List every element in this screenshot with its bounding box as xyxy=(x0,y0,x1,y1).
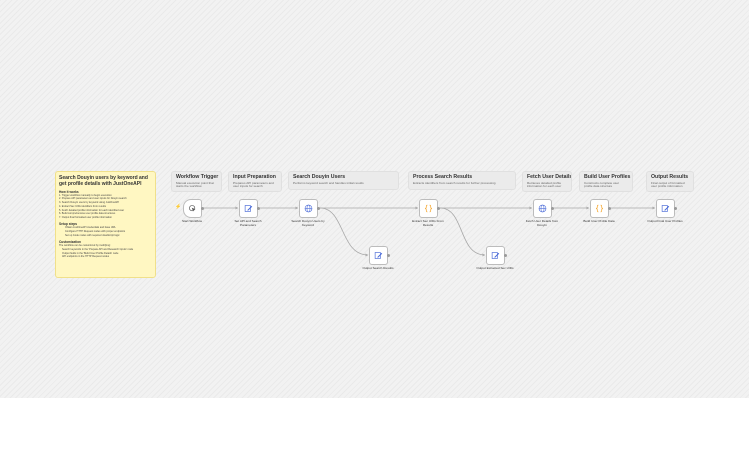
output-handle[interactable] xyxy=(436,206,440,210)
output-handle[interactable] xyxy=(200,206,204,210)
output-handle[interactable] xyxy=(607,206,611,210)
output-handle[interactable] xyxy=(503,253,507,257)
workflow-canvas[interactable]: Workflow Trigger Manual execution point … xyxy=(0,0,749,398)
connection-lines xyxy=(203,206,655,257)
arrow-head xyxy=(529,206,532,210)
node-label: Extract Sec UIDs From Results xyxy=(412,219,444,227)
node-extract-sec-uids[interactable] xyxy=(419,199,438,218)
node-label: Output Final User Profiles xyxy=(647,219,683,223)
arrow-head xyxy=(415,206,418,210)
arrow-head xyxy=(295,206,298,210)
arrow-head xyxy=(586,206,589,210)
pencil-icon xyxy=(491,252,500,259)
node-label: Output Extracted Sec UIDs xyxy=(476,266,514,270)
cursor-click-icon xyxy=(189,205,196,212)
pencil-icon xyxy=(661,205,670,212)
code-braces-icon xyxy=(425,204,432,213)
output-handle[interactable] xyxy=(256,206,260,210)
node-label: Output Search Results xyxy=(362,266,394,270)
globe-icon xyxy=(304,204,313,213)
pencil-icon xyxy=(244,205,253,212)
node-label: Start Workflow xyxy=(181,219,203,223)
node-start-workflow[interactable] xyxy=(183,199,202,218)
arrow-head xyxy=(652,206,655,210)
node-build-user-profile[interactable] xyxy=(590,199,609,218)
output-handle[interactable] xyxy=(316,206,320,210)
output-handle[interactable] xyxy=(386,253,390,257)
node-label: Set API and Search Parameters xyxy=(234,219,262,227)
edge-search-outsearch xyxy=(319,207,369,256)
node-set-api-parameters[interactable] xyxy=(239,199,258,218)
output-handle[interactable] xyxy=(673,206,677,210)
node-fetch-user-details[interactable] xyxy=(533,199,552,218)
lightning-icon: ⚡ xyxy=(175,204,182,210)
edge-extract-outsecuids xyxy=(439,207,486,256)
arrow-head xyxy=(235,206,238,210)
node-label: Fetch User Details from Douyin xyxy=(525,219,559,227)
node-search-douyin-users[interactable] xyxy=(299,199,318,218)
globe-icon xyxy=(538,204,547,213)
node-label: Build User Profile Data xyxy=(583,219,615,223)
code-braces-icon xyxy=(596,204,603,213)
blank-area xyxy=(0,398,749,450)
arrow-head xyxy=(482,253,485,257)
pencil-icon xyxy=(374,252,383,259)
node-output-search-results[interactable] xyxy=(369,246,388,265)
output-handle[interactable] xyxy=(550,206,554,210)
node-label: Search Douyin Users by Keyword xyxy=(291,219,325,227)
node-output-extracted-sec-uids[interactable] xyxy=(486,246,505,265)
node-output-final-profiles[interactable] xyxy=(656,199,675,218)
arrow-head xyxy=(365,253,368,257)
